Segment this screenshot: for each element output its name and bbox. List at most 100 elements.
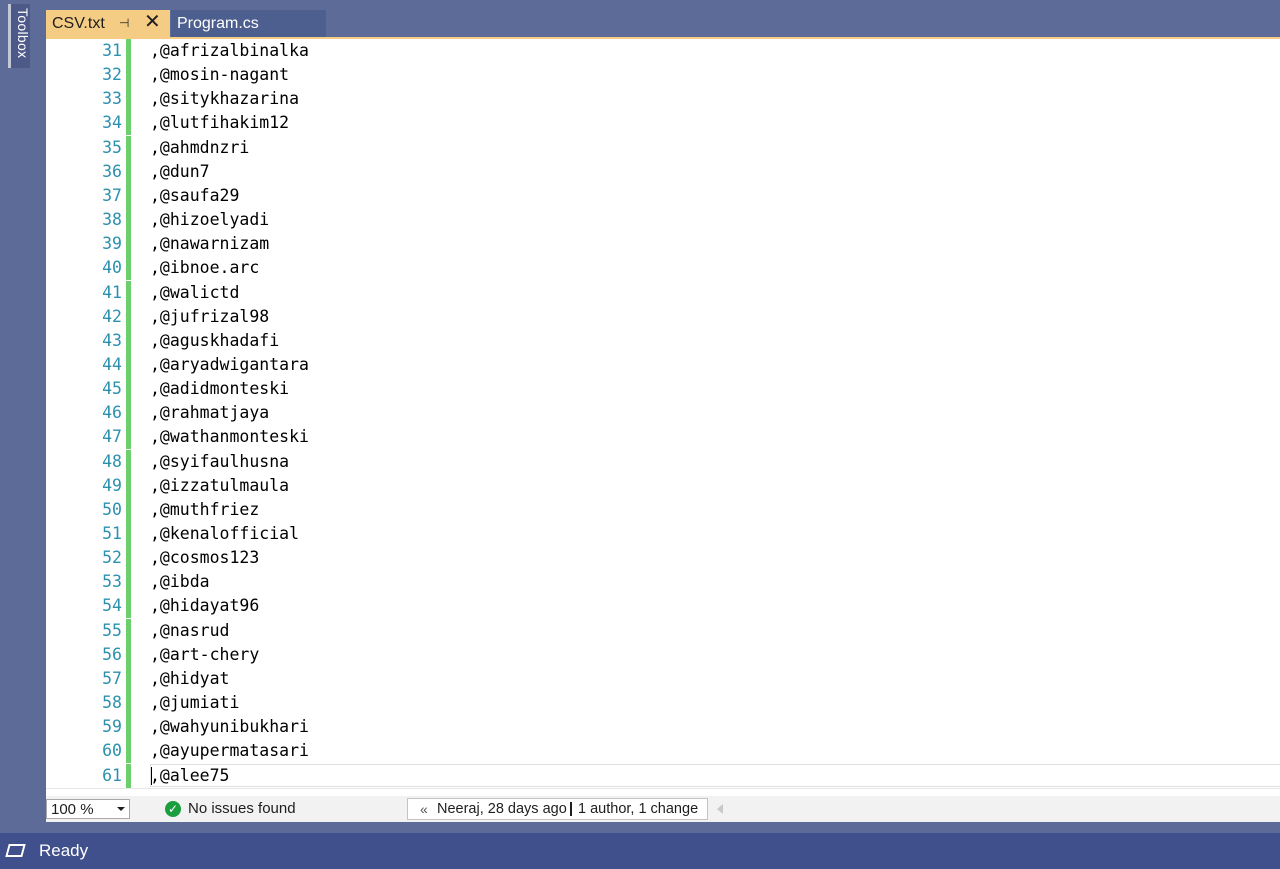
zoom-value: 100 % xyxy=(51,801,94,818)
line-number: 39 xyxy=(102,234,122,253)
line-number: 35 xyxy=(102,138,122,157)
text-editor[interactable]: 31 ,@afrizalbinalka 32 ,@mosin-nagant 33 ,@si… xyxy=(46,39,1280,796)
line-number: 36 xyxy=(102,162,122,181)
change-indicator xyxy=(126,305,131,329)
code-line[interactable]: 40 ,@ibnoe.arc xyxy=(46,256,1280,280)
zoom-dropdown[interactable]: 100 % xyxy=(46,799,130,819)
line-number: 58 xyxy=(102,693,122,712)
line-text: ,@hidyat xyxy=(150,669,230,688)
line-number: 40 xyxy=(102,258,122,277)
status-text: Ready xyxy=(39,841,89,860)
code-line[interactable]: 46 ,@rahmatjaya xyxy=(46,401,1280,425)
line-text: ,@rahmatjaya xyxy=(150,403,270,422)
scroll-left-arrow[interactable] xyxy=(717,804,723,814)
change-indicator xyxy=(126,667,131,691)
line-text: ,@izzatulmaula xyxy=(150,476,290,495)
change-indicator xyxy=(126,643,131,667)
change-indicator xyxy=(126,353,131,377)
code-line[interactable]: 43 ,@aguskhadafi xyxy=(46,329,1280,353)
code-line[interactable]: 53 ,@ibda xyxy=(46,570,1280,594)
change-indicator xyxy=(126,594,131,618)
code-line[interactable]: 52 ,@cosmos123 xyxy=(46,546,1280,570)
line-number: 60 xyxy=(102,741,122,760)
git-separator xyxy=(570,802,572,816)
tab-program-cs[interactable]: Program.cs xyxy=(171,10,326,37)
git-history-icon: « xyxy=(420,801,428,817)
code-line[interactable]: 59 ,@wahyunibukhari xyxy=(46,715,1280,739)
code-line[interactable]: 47 ,@wathanmonteski xyxy=(46,425,1280,449)
code-line[interactable]: 51 ,@kenalofficial xyxy=(46,522,1280,546)
line-number: 48 xyxy=(102,452,122,471)
line-number: 42 xyxy=(102,307,122,326)
code-line[interactable]: 41 ,@walictd xyxy=(46,281,1280,305)
line-number: 31 xyxy=(102,41,122,60)
code-line[interactable]: 48 ,@syifaulhusna xyxy=(46,450,1280,474)
code-line[interactable]: 31 ,@afrizalbinalka xyxy=(46,39,1280,63)
line-text: ,@cosmos123 xyxy=(150,548,260,567)
line-text: ,@art-chery xyxy=(150,645,260,664)
line-text: ,@nasrud xyxy=(150,621,230,640)
code-line[interactable]: 49 ,@izzatulmaula xyxy=(46,474,1280,498)
pin-icon[interactable]: ⊣ xyxy=(119,10,129,37)
change-indicator xyxy=(126,136,131,160)
tab-title: CSV.txt xyxy=(52,15,105,32)
close-icon[interactable]: ✕ xyxy=(144,9,161,36)
code-line[interactable]: 36 ,@dun7 xyxy=(46,160,1280,184)
line-number: 49 xyxy=(102,476,122,495)
code-line[interactable]: 34 ,@lutfihakim12 xyxy=(46,111,1280,135)
line-number: 61 xyxy=(102,766,122,785)
change-indicator xyxy=(126,281,131,305)
code-line[interactable]: 35 ,@ahmdnzri xyxy=(46,136,1280,160)
change-indicator xyxy=(126,111,131,135)
line-text: ,@alee75 xyxy=(150,766,230,785)
code-line[interactable]: 60 ,@ayupermatasari xyxy=(46,739,1280,763)
change-indicator xyxy=(126,498,131,522)
line-text: ,@mosin-nagant xyxy=(150,65,290,84)
code-line[interactable]: 39 ,@nawarnizam xyxy=(46,232,1280,256)
change-indicator xyxy=(126,764,131,788)
line-text: ,@wathanmonteski xyxy=(150,427,309,446)
issues-status[interactable]: No issues found xyxy=(188,796,296,822)
check-circle-icon[interactable]: ✓ xyxy=(165,801,181,817)
document-tab-strip: CSV.txt ⊣ ✕ Program.cs xyxy=(46,0,1280,38)
code-line[interactable]: 33 ,@sitykhazarina xyxy=(46,87,1280,111)
line-number: 50 xyxy=(102,500,122,519)
line-text: ,@ibda xyxy=(150,572,210,591)
change-indicator xyxy=(126,425,131,449)
code-line[interactable]: 58 ,@jumiati xyxy=(46,691,1280,715)
code-line[interactable]: 50 ,@muthfriez xyxy=(46,498,1280,522)
editor-status-strip: 100 % ✓ No issues found « Neeraj, 28 day… xyxy=(46,796,1280,822)
toolbox-label[interactable]: Toolbox xyxy=(11,8,31,68)
line-text: ,@walictd xyxy=(150,283,240,302)
change-indicator xyxy=(126,208,131,232)
line-number: 33 xyxy=(102,89,122,108)
code-line[interactable]: 38 ,@hizoelyadi xyxy=(46,208,1280,232)
code-line[interactable]: 55 ,@nasrud xyxy=(46,619,1280,643)
line-text: ,@dun7 xyxy=(150,162,210,181)
code-line[interactable]: 54 ,@hidayat96 xyxy=(46,594,1280,618)
line-text: ,@saufa29 xyxy=(150,186,240,205)
code-line[interactable]: 45 ,@adidmonteski xyxy=(46,377,1280,401)
git-blame-info[interactable]: « Neeraj, 28 days ago 1 author, 1 change xyxy=(407,798,708,820)
line-number: 46 xyxy=(102,403,122,422)
line-number: 34 xyxy=(102,113,122,132)
change-indicator xyxy=(126,739,131,763)
code-line[interactable]: 37 ,@saufa29 xyxy=(46,184,1280,208)
code-line[interactable]: 32 ,@mosin-nagant xyxy=(46,63,1280,87)
line-text: ,@muthfriez xyxy=(150,500,260,519)
code-line[interactable]: 61 ,@alee75 xyxy=(46,764,1280,788)
tab-title: Program.cs xyxy=(177,15,259,32)
tab-csv-txt[interactable]: CSV.txt ⊣ ✕ xyxy=(46,10,170,37)
code-line[interactable]: 56 ,@art-chery xyxy=(46,643,1280,667)
line-number: 53 xyxy=(102,572,122,591)
app-status-bar: Ready xyxy=(0,833,1280,869)
code-line[interactable]: 44 ,@aryadwigantara xyxy=(46,353,1280,377)
line-text: ,@kenalofficial xyxy=(150,524,300,543)
change-indicator xyxy=(126,184,131,208)
code-line[interactable]: 57 ,@hidyat xyxy=(46,667,1280,691)
line-text: ,@ahmdnzri xyxy=(150,138,250,157)
code-line[interactable]: 42 ,@jufrizal98 xyxy=(46,305,1280,329)
line-number: 32 xyxy=(102,65,122,84)
line-text: ,@jufrizal98 xyxy=(150,307,270,326)
chevron-down-icon xyxy=(117,807,125,811)
